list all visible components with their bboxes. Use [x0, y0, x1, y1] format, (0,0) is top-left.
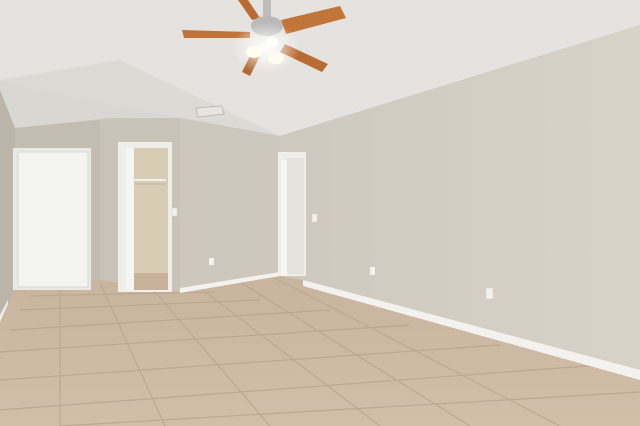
closet-door-open[interactable] [126, 148, 134, 290]
light-bulb [266, 37, 278, 47]
entry-door[interactable] [17, 151, 89, 288]
closet-floor [134, 273, 168, 290]
room-illustration [0, 0, 640, 426]
hallway-opening [286, 158, 304, 274]
hallway-door[interactable] [281, 160, 287, 276]
light-glow [232, 22, 300, 74]
fan-downrod [263, 0, 271, 18]
light-switch-right[interactable] [311, 213, 318, 223]
power-outlet[interactable] [485, 287, 494, 300]
light-bulb [268, 52, 284, 64]
light-bulb [246, 46, 262, 58]
room-photo [0, 0, 640, 426]
power-outlet[interactable] [370, 267, 375, 275]
light-switch[interactable] [171, 207, 178, 217]
closet-interior [134, 148, 168, 273]
far-left-wall [0, 90, 15, 320]
back-wall [180, 118, 280, 290]
power-outlet[interactable] [209, 258, 214, 265]
